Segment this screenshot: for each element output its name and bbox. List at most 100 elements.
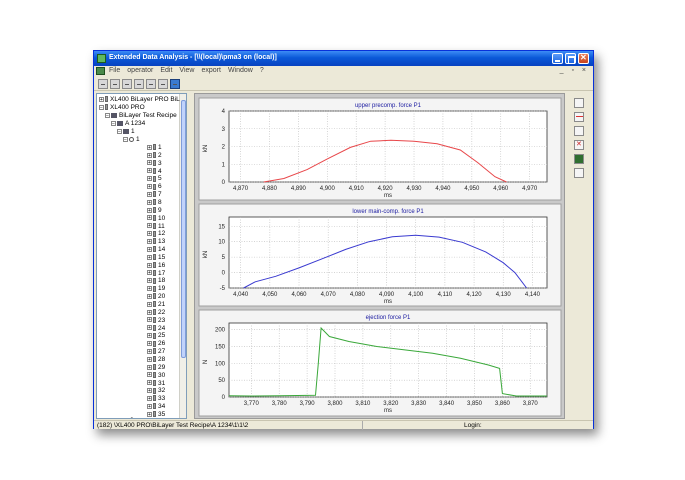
expand-toggle-icon[interactable]: + [147,160,152,166]
zoom-in-icon[interactable] [134,79,144,89]
tree-item[interactable]: +24 [147,325,165,333]
tree-item[interactable]: +13 [147,238,165,246]
expand-toggle-icon[interactable]: + [147,286,152,292]
scrollbar-thumb[interactable] [181,100,186,358]
settings-icon[interactable] [574,168,584,178]
expand-toggle-icon[interactable]: + [147,176,152,182]
tree-item[interactable]: +26 [147,340,165,348]
expand-toggle-icon[interactable]: + [147,411,152,417]
title-bar[interactable]: Extended Data Analysis - [\\(local)\pma3… [94,51,593,66]
tree-item[interactable]: +6 [147,183,162,191]
expand-toggle-icon[interactable]: + [147,341,152,347]
expand-toggle-icon[interactable]: + [147,293,152,299]
tree-item[interactable]: +9 [147,207,162,215]
zoom-out-icon[interactable] [146,79,156,89]
tree-node[interactable]: + XL400 BiLayer PRO BiL [99,96,180,104]
tree-node[interactable]: − BiLayer Test Recipe [105,112,177,120]
tree-scrollbar[interactable] [179,94,186,418]
expand-toggle-icon[interactable]: + [99,96,104,102]
expand-toggle-icon[interactable]: − [117,128,122,134]
expand-toggle-icon[interactable]: + [147,356,152,362]
tree-item[interactable]: +29 [147,364,165,372]
expand-toggle-icon[interactable]: + [147,278,152,284]
expand-toggle-icon[interactable]: + [147,254,152,260]
tree-item[interactable]: +23 [147,317,165,325]
tree-node[interactable]: −1 [123,136,140,144]
expand-toggle-icon[interactable]: + [147,325,152,331]
expand-toggle-icon[interactable]: + [147,223,152,229]
tree-item[interactable]: +3 [147,160,162,168]
tree-item[interactable]: +10 [147,215,165,223]
expand-toggle-icon[interactable]: + [147,388,152,394]
tree-item[interactable]: +7 [147,191,162,199]
expand-toggle-icon[interactable]: − [99,104,104,110]
expand-toggle-icon[interactable]: − [111,120,116,126]
tree-item[interactable]: +31 [147,380,165,388]
tree-item[interactable]: +28 [147,356,165,364]
tree-item[interactable]: +18 [147,277,165,285]
menu-item-edit[interactable]: Edit [160,67,172,74]
expand-toggle-icon[interactable]: + [147,168,152,174]
tree-item[interactable]: +16 [147,262,165,270]
expand-toggle-icon[interactable]: + [147,215,152,221]
tree-item[interactable]: +2 [147,152,162,160]
expand-toggle-icon[interactable]: + [147,207,152,213]
expand-toggle-icon[interactable]: − [123,136,128,142]
close-button[interactable] [578,53,589,64]
copy-icon[interactable] [110,79,120,89]
expand-toggle-icon[interactable]: + [147,348,152,354]
tree-item[interactable]: +22 [147,309,165,317]
expand-toggle-icon[interactable]: + [147,262,152,268]
menu-item-operator[interactable]: operator [127,67,153,74]
delete-icon[interactable] [574,140,584,150]
tree-node[interactable]: −1 [117,128,135,136]
data-tree[interactable]: + XL400 BiLayer PRO BiL − XL400 PRO − BiLayer… [96,93,187,419]
expand-toggle-icon[interactable]: + [147,364,152,370]
expand-toggle-icon[interactable]: + [147,199,152,205]
expand-toggle-icon[interactable]: − [105,112,110,118]
tree-item[interactable]: +8 [147,199,162,207]
menu-item-export[interactable]: export [201,67,220,74]
expand-toggle-icon[interactable]: + [147,317,152,323]
expand-toggle-icon[interactable]: + [147,372,152,378]
tree-item[interactable]: +12 [147,230,165,238]
menu-item-[interactable]: ? [260,67,264,74]
expand-toggle-icon[interactable]: + [147,231,152,237]
expand-toggle-icon[interactable]: + [147,403,152,409]
menu-item-view[interactable]: View [179,67,194,74]
tree-item[interactable]: +35 [147,411,165,418]
expand-toggle-icon[interactable]: + [147,333,152,339]
expand-toggle-icon[interactable]: + [147,152,152,158]
document-icon[interactable] [96,67,105,75]
curve-icon[interactable] [574,112,584,122]
color-icon[interactable] [574,154,584,164]
tree-item[interactable]: +20 [147,293,165,301]
open-icon[interactable] [98,79,108,89]
maximize-button[interactable] [565,53,576,64]
menu-item-file[interactable]: File [109,67,120,74]
menu-item-window[interactable]: Window [228,67,253,74]
tree-item[interactable]: +27 [147,348,165,356]
pane-splitter[interactable] [188,93,193,419]
cursor-icon[interactable] [574,98,584,108]
tree-item[interactable]: +19 [147,285,165,293]
expand-toggle-icon[interactable]: + [147,270,152,276]
tree-item[interactable]: +33 [147,395,165,403]
tree-item[interactable]: +34 [147,403,165,411]
expand-toggle-icon[interactable]: + [147,309,152,315]
mdi-controls[interactable]: _ ▫ × [560,67,589,74]
minimize-button[interactable] [552,53,563,64]
tree-item[interactable]: +11 [147,223,165,231]
table-icon[interactable] [574,126,584,136]
print-icon[interactable] [158,79,168,89]
tree-node[interactable]: 2 [123,417,134,418]
expand-toggle-icon[interactable]: + [147,184,152,190]
tree-item[interactable]: +25 [147,332,165,340]
expand-toggle-icon[interactable]: + [147,380,152,386]
tree-item[interactable]: +32 [147,387,165,395]
tree-item[interactable]: +21 [147,301,165,309]
tree-item[interactable]: +15 [147,254,165,262]
tree-item[interactable]: +30 [147,372,165,380]
tree-item[interactable]: +5 [147,175,162,183]
expand-toggle-icon[interactable]: + [147,191,152,197]
